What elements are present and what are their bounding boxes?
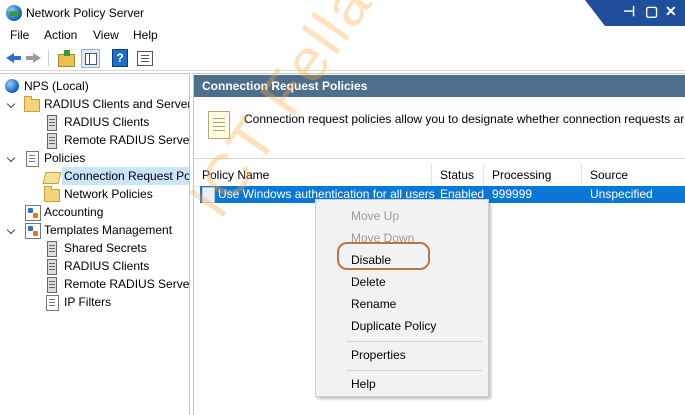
chevron-down-icon[interactable]: [6, 99, 16, 109]
tree-item-template-radius-clients[interactable]: RADIUS Clients: [0, 257, 189, 275]
accounting-icon: [25, 205, 41, 221]
tree-item-remote-radius-server-groups[interactable]: Remote RADIUS Server G: [0, 131, 189, 149]
tree-item-nps-local[interactable]: NPS (Local): [0, 77, 189, 95]
help-icon[interactable]: ?: [112, 49, 128, 67]
back-arrow-icon[interactable]: [4, 49, 22, 67]
menu-separator: [346, 370, 482, 371]
section-title: Connection Request Policies: [202, 79, 368, 93]
column-header-processing-order[interactable]: Processing Order: [484, 164, 582, 204]
tree-label: RADIUS Clients and Servers: [44, 97, 190, 111]
policy-document-icon: [26, 151, 39, 167]
tree-item-network-policies[interactable]: Network Policies: [0, 185, 189, 203]
tree-item-radius-clients-servers[interactable]: RADIUS Clients and Servers: [0, 95, 189, 113]
menu-item-move-down[interactable]: Move Down: [351, 230, 414, 246]
tree-label: IP Filters: [64, 295, 112, 309]
server-icon: [47, 133, 57, 149]
tree-label: Network Policies: [64, 187, 153, 201]
description-area: Connection request policies allow you to…: [194, 97, 685, 159]
tree-item-templates-management[interactable]: Templates Management: [0, 221, 189, 239]
tree-item-shared-secrets[interactable]: Shared Secrets: [0, 239, 189, 257]
tree-label: RADIUS Clients: [64, 259, 150, 273]
forward-arrow-icon[interactable]: [25, 49, 43, 67]
tree-item-ip-filters[interactable]: IP Filters: [0, 293, 189, 311]
tree-label: Shared Secrets: [64, 241, 147, 255]
console-tree: NPS (Local) RADIUS Clients and Servers R…: [0, 73, 190, 415]
tree-item-connection-request-policies[interactable]: Connection Request Poli: [0, 167, 189, 185]
tree-label: Accounting: [44, 205, 104, 219]
chevron-down-icon[interactable]: [6, 153, 16, 163]
globe-icon: [5, 79, 19, 93]
tree-label: RADIUS Clients: [64, 115, 150, 129]
templates-icon: [25, 223, 41, 239]
chevron-down-icon[interactable]: [6, 225, 16, 235]
tree-item-radius-clients[interactable]: RADIUS Clients: [0, 113, 189, 131]
tree-label: Templates Management: [44, 223, 173, 237]
menu-item-delete[interactable]: Delete: [351, 274, 386, 290]
tree-label: Remote RADIUS Server G: [64, 133, 190, 147]
server-icon: [47, 277, 57, 293]
window-title: Network Policy Server: [26, 6, 145, 20]
up-folder-icon[interactable]: [57, 49, 75, 67]
title-bar-pin-area: ⊣ ▢ ✕: [585, 0, 685, 26]
section-header: Connection Request Policies: [194, 75, 685, 97]
menu-item-properties[interactable]: Properties: [351, 347, 406, 363]
show-hide-tree-icon[interactable]: [81, 49, 100, 68]
menu-bar: File Action View Help: [0, 26, 685, 46]
tree-item-policies[interactable]: Policies: [0, 149, 189, 167]
open-folder-icon: [42, 172, 62, 184]
pin-icon[interactable]: ⊣: [623, 3, 635, 20]
title-bar: Network Policy Server ⊣ ▢ ✕: [0, 0, 685, 26]
folder-icon: [44, 186, 60, 202]
tree-item-accounting[interactable]: Accounting: [0, 203, 189, 221]
tree-label: Remote RADIUS Servers: [64, 277, 190, 291]
menu-item-rename[interactable]: Rename: [351, 296, 396, 312]
menu-file[interactable]: File: [8, 28, 31, 42]
column-header-status[interactable]: Status: [432, 164, 484, 186]
menu-view[interactable]: View: [91, 28, 121, 42]
toolbar-separator: [48, 50, 49, 66]
processing-order-cell: 999999: [492, 187, 533, 201]
nps-app-icon: [6, 5, 22, 21]
server-icon: [47, 241, 57, 257]
server-icon: [47, 115, 57, 131]
menu-item-move-up[interactable]: Move Up: [351, 208, 399, 224]
column-header-policy-name[interactable]: Policy Name: [194, 164, 432, 186]
context-menu: Move Up Move Down Disable Delete Rename …: [315, 199, 489, 397]
maximize-icon[interactable]: ▢: [645, 3, 658, 20]
tree-item-template-remote-radius-servers[interactable]: Remote RADIUS Servers: [0, 275, 189, 293]
menu-item-help[interactable]: Help: [351, 376, 376, 392]
close-icon[interactable]: ✕: [665, 3, 677, 20]
menu-item-disable[interactable]: Disable: [351, 252, 391, 268]
toolbar: ?: [0, 46, 685, 71]
menu-action[interactable]: Action: [42, 28, 79, 42]
policy-icon: [202, 187, 215, 203]
server-icon: [47, 259, 57, 275]
tree-label: NPS (Local): [24, 79, 89, 93]
description-text: Connection request policies allow you to…: [244, 112, 685, 126]
folder-icon: [24, 96, 40, 112]
filter-document-icon: [46, 295, 59, 311]
tree-label: Policies: [44, 151, 86, 165]
tree-label: Connection Request Poli: [62, 167, 189, 185]
menu-separator: [346, 341, 482, 342]
column-header-source[interactable]: Source: [582, 164, 685, 186]
menu-help[interactable]: Help: [131, 28, 160, 42]
menu-item-duplicate-policy[interactable]: Duplicate Policy: [351, 318, 436, 334]
properties-icon[interactable]: [136, 49, 154, 67]
source-cell: Unspecified: [590, 187, 653, 201]
notepad-icon: [208, 111, 230, 139]
list-header: Policy Name Status Processing Order Sour…: [194, 164, 685, 204]
